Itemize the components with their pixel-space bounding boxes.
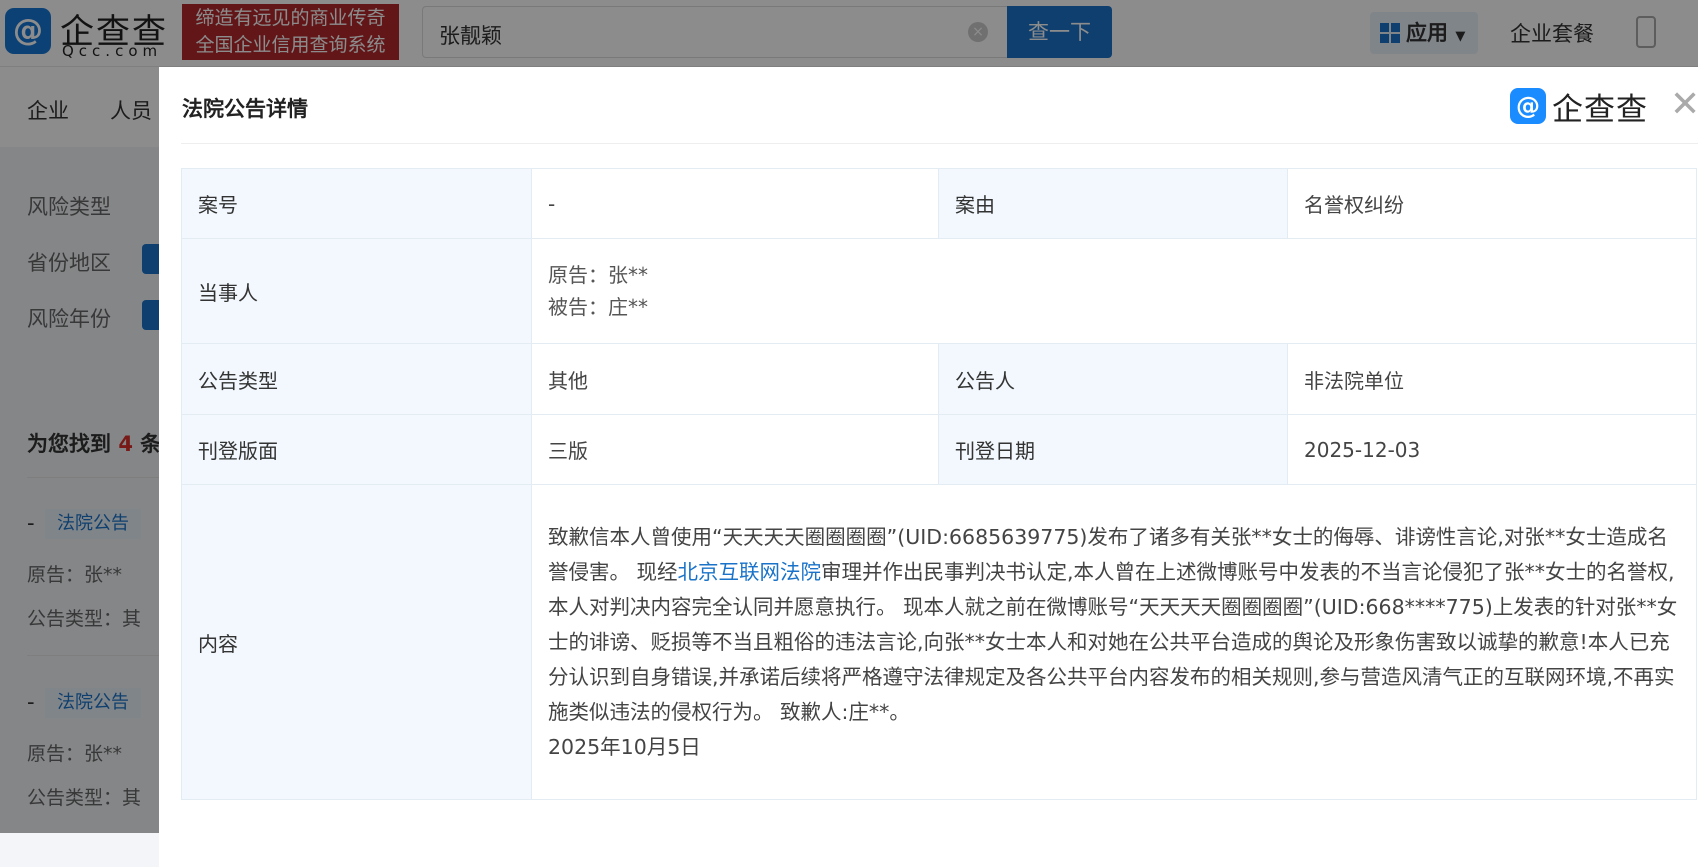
brand-text: 企查查 xyxy=(1552,91,1648,128)
publish-date-label: 刊登日期 xyxy=(938,414,1288,485)
publish-page-value: 三版 xyxy=(531,414,939,485)
table-row: 当事人 原告：张** 被告：庄** xyxy=(181,238,1697,344)
plaintiff: 原告：张** xyxy=(548,263,648,287)
divider xyxy=(181,143,1698,144)
cause-value: 名誉权纠纷 xyxy=(1287,168,1697,239)
letter-date: 2025年10月5日 xyxy=(548,734,701,759)
content-value: 致歉信本人曾使用“天天天天圈圈圈圈”(UID:6685639775)发布了诸多有… xyxy=(531,484,1697,800)
defendant: 被告：庄** xyxy=(548,295,648,319)
case-number-value: - xyxy=(531,168,939,239)
notice-type-value: 其他 xyxy=(531,343,939,415)
publish-date-value: 2025-12-03 xyxy=(1287,414,1697,485)
court-link[interactable]: 北京互联网法院 xyxy=(678,560,822,584)
publish-page-label: 刊登版面 xyxy=(181,414,532,485)
table-row: 刊登版面 三版 刊登日期 2025-12-03 xyxy=(181,414,1697,485)
table-row: 案号 - 案由 名誉权纠纷 xyxy=(181,168,1697,239)
dialog-title: 法院公告详情 xyxy=(182,97,308,121)
announcer-value: 非法院单位 xyxy=(1287,343,1697,415)
parties-value: 原告：张** 被告：庄** xyxy=(531,238,1697,344)
parties-label: 当事人 xyxy=(181,238,532,344)
content-text: 审理并作出民事判决书认定,本人曾在上述微博账号中发表的不当言论侵犯了张**女士的… xyxy=(548,559,1678,724)
notice-type-label: 公告类型 xyxy=(181,343,532,415)
case-number-label: 案号 xyxy=(181,168,532,239)
announcer-label: 公告人 xyxy=(938,343,1288,415)
close-icon[interactable]: ✕ xyxy=(1670,85,1698,125)
table-row: 内容 致歉信本人曾使用“天天天天圈圈圈圈”(UID:6685639775)发布了… xyxy=(181,484,1697,800)
table-row: 公告类型 其他 公告人 非法院单位 xyxy=(181,343,1697,415)
court-notice-dialog: 法院公告详情 @ 企查查 ✕ 案号 - 案由 名誉权纠纷 当事人 原告：张** 被… xyxy=(159,67,1698,867)
qcc-logo-icon: @ xyxy=(1510,88,1546,124)
notice-detail-table: 案号 - 案由 名誉权纠纷 当事人 原告：张** 被告：庄** 公告类型 其他 … xyxy=(181,168,1697,800)
cause-label: 案由 xyxy=(938,168,1288,239)
dialog-brand-logo: @ 企查查 xyxy=(1510,87,1648,128)
content-label: 内容 xyxy=(181,484,532,800)
